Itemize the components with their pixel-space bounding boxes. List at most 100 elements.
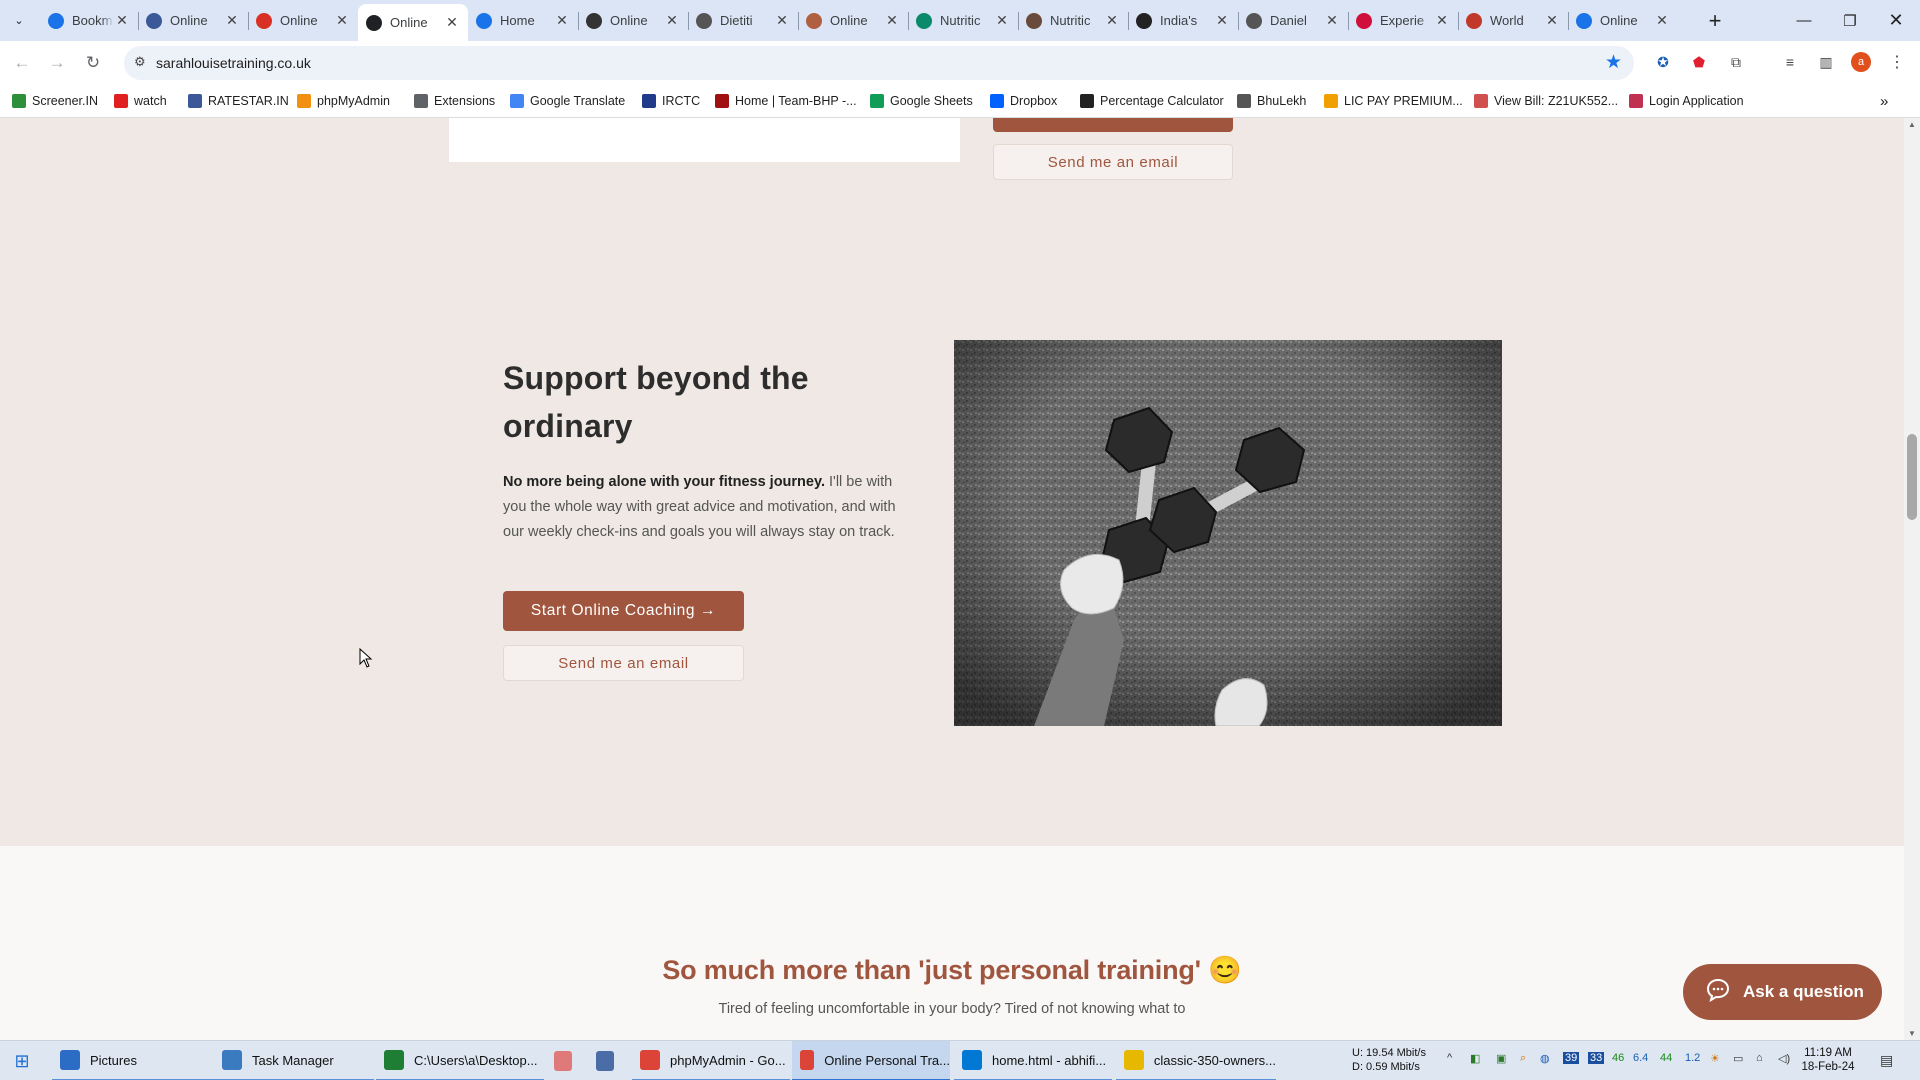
browser-tab-14[interactable]: World ✕ <box>1458 4 1568 37</box>
close-tab-icon[interactable]: ✕ <box>444 14 460 31</box>
close-tab-icon[interactable]: ✕ <box>664 12 680 29</box>
top-email-button[interactable]: Send me an email <box>993 144 1233 180</box>
bookmark-7[interactable]: IRCTC <box>642 91 700 111</box>
bookmark-6[interactable]: Google Translate <box>510 91 625 111</box>
scroll-up-icon[interactable]: ▲ <box>1908 120 1916 129</box>
browser-tab-15[interactable]: Online ✕ <box>1568 4 1678 37</box>
minimize-icon[interactable]: — <box>1781 0 1827 41</box>
bookmark-5[interactable]: Extensions <box>414 91 495 111</box>
browser-tab-1[interactable]: Bookm ✕ <box>40 4 138 37</box>
tray-search-icon[interactable]: ⌕ <box>1520 1052 1526 1065</box>
back-icon[interactable]: ← <box>8 49 36 77</box>
close-tab-icon[interactable]: ✕ <box>1324 12 1340 29</box>
forward-icon[interactable]: → <box>43 49 71 77</box>
browser-tab-13[interactable]: Experie ✕ <box>1348 4 1458 37</box>
taskbar-item-3[interactable]: C:\Users\a\Desktop... <box>376 1041 544 1080</box>
bookmark-11[interactable]: Percentage Calculator <box>1080 91 1224 111</box>
tray-app-icon-2[interactable]: ▣ <box>1496 1052 1506 1065</box>
close-tab-icon[interactable]: ✕ <box>1544 12 1560 29</box>
restore-icon[interactable]: ❐ <box>1827 0 1873 41</box>
bookmark-4[interactable]: phpMyAdmin <box>297 91 390 111</box>
taskbar-item-8[interactable]: home.html - abhifi... <box>954 1041 1112 1080</box>
start-coaching-button[interactable]: Start Online Coaching → <box>503 591 744 631</box>
bookmark-favicon-icon <box>1080 94 1094 108</box>
browser-tab-11[interactable]: India's ✕ <box>1128 4 1238 37</box>
bookmark-favicon-icon <box>1324 94 1338 108</box>
browser-tab-5[interactable]: Home ✕ <box>468 4 578 37</box>
start-button[interactable]: ⊞ <box>0 1041 44 1080</box>
browser-tab-8[interactable]: Online ✕ <box>798 4 908 37</box>
taskbar-item-4[interactable] <box>546 1041 582 1080</box>
reload-icon[interactable]: ↻ <box>79 49 107 77</box>
browser-tab-2[interactable]: Online ✕ <box>138 4 248 37</box>
browser-tab-6[interactable]: Online ✕ <box>578 4 688 37</box>
close-tab-icon[interactable]: ✕ <box>1104 12 1120 29</box>
tray-app-icon[interactable]: ◧ <box>1470 1052 1480 1065</box>
browser-tab-4[interactable]: Online ✕ <box>358 4 468 41</box>
close-tab-icon[interactable]: ✕ <box>1434 12 1450 29</box>
scrollbar-thumb[interactable] <box>1907 434 1917 520</box>
tray-badge-33[interactable]: 33 <box>1588 1052 1605 1064</box>
taskbar-item-6[interactable]: phpMyAdmin - Go... <box>632 1041 790 1080</box>
browser-tab-9[interactable]: Nutritic ✕ <box>908 4 1018 37</box>
close-tab-icon[interactable]: ✕ <box>884 12 900 29</box>
bookmark-12[interactable]: BhuLekh <box>1237 91 1306 111</box>
notification-icon[interactable]: ▤ <box>1880 1052 1893 1069</box>
close-window-icon[interactable]: ✕ <box>1873 0 1919 41</box>
top-coaching-button[interactable] <box>993 118 1233 132</box>
scrollbar[interactable]: ▲ ▼ <box>1904 118 1920 1040</box>
close-tab-icon[interactable]: ✕ <box>114 12 130 29</box>
tray-weather-icon[interactable]: ☀ <box>1710 1052 1720 1065</box>
tray-badge-39[interactable]: 39 <box>1563 1052 1580 1064</box>
close-tab-icon[interactable]: ✕ <box>554 12 570 29</box>
taskbar-item-5[interactable] <box>588 1041 624 1080</box>
tray-battery-icon[interactable]: ▭ <box>1733 1052 1743 1065</box>
profile-avatar[interactable]: a <box>1851 52 1871 72</box>
close-tab-icon[interactable]: ✕ <box>224 12 240 29</box>
bookmark-8[interactable]: Home | Team-BHP -... <box>715 91 857 111</box>
browser-tab-3[interactable]: Online ✕ <box>248 4 358 37</box>
bookmark-15[interactable]: Login Application <box>1629 91 1744 111</box>
close-tab-icon[interactable]: ✕ <box>334 12 350 29</box>
scroll-down-icon[interactable]: ▼ <box>1908 1029 1916 1038</box>
new-tab-button[interactable]: + <box>1697 0 1733 41</box>
clock[interactable]: 11:19 AM 18-Feb-24 <box>1798 1046 1858 1074</box>
taskbar-item-2[interactable]: Task Manager <box>214 1041 374 1080</box>
taskbar-item-9[interactable]: classic-350-owners... <box>1116 1041 1276 1080</box>
tray-chevron-icon[interactable]: ^ <box>1447 1052 1452 1064</box>
bookmark-1[interactable]: Screener.IN <box>12 91 98 111</box>
shield-extension-icon[interactable]: ⬟ <box>1689 52 1709 72</box>
bookmark-favicon-icon <box>12 94 26 108</box>
site-info-icon[interactable]: ⚙ <box>134 54 146 70</box>
browser-tab-12[interactable]: Daniel ✕ <box>1238 4 1348 37</box>
ask-question-button[interactable]: Ask a question <box>1683 964 1882 1020</box>
address-bar[interactable]: ⚙ sarahlouisetraining.co.uk ★ <box>124 46 1634 80</box>
tray-globe-icon[interactable]: ◍ <box>1540 1052 1550 1065</box>
puzzle-icon[interactable]: ⧉ <box>1726 52 1746 72</box>
taskbar-item-1[interactable]: Pictures <box>52 1041 220 1080</box>
bookmark-13[interactable]: LIC PAY PREMIUM... <box>1324 91 1463 111</box>
media-control-icon[interactable]: ≡ <box>1780 52 1800 72</box>
drop-icon <box>916 12 932 29</box>
more-bookmarks-icon[interactable]: » <box>1880 91 1888 111</box>
close-tab-icon[interactable]: ✕ <box>1214 12 1230 29</box>
close-tab-icon[interactable]: ✕ <box>1654 12 1670 29</box>
menu-kebab-icon[interactable]: ⋮ <box>1887 52 1907 72</box>
bookmark-9[interactable]: Google Sheets <box>870 91 973 111</box>
send-email-button[interactable]: Send me an email <box>503 645 744 681</box>
bookmark-10[interactable]: Dropbox <box>990 91 1057 111</box>
tab-search-chevron-icon[interactable]: ⌄ <box>0 0 38 41</box>
close-tab-icon[interactable]: ✕ <box>774 12 790 29</box>
bookmark-14[interactable]: View Bill: Z21UK552... <box>1474 91 1618 111</box>
tray-volume-icon[interactable]: ◁) <box>1778 1052 1790 1065</box>
taskbar-item-7[interactable]: Online Personal Tra... <box>792 1041 950 1080</box>
browser-tab-10[interactable]: Nutritic ✕ <box>1018 4 1128 37</box>
bookmark-star-icon[interactable]: ★ <box>1605 51 1622 74</box>
tray-network-icon[interactable]: ⌂ <box>1756 1052 1763 1064</box>
browser-tab-7[interactable]: Dietiti ✕ <box>688 4 798 37</box>
bookmark-3[interactable]: RATESTAR.IN <box>188 91 289 111</box>
bookmark-2[interactable]: watch <box>114 91 167 111</box>
extension-icon[interactable]: ✪ <box>1653 52 1673 72</box>
close-tab-icon[interactable]: ✕ <box>994 12 1010 29</box>
side-panel-icon[interactable]: ▥ <box>1816 52 1836 72</box>
